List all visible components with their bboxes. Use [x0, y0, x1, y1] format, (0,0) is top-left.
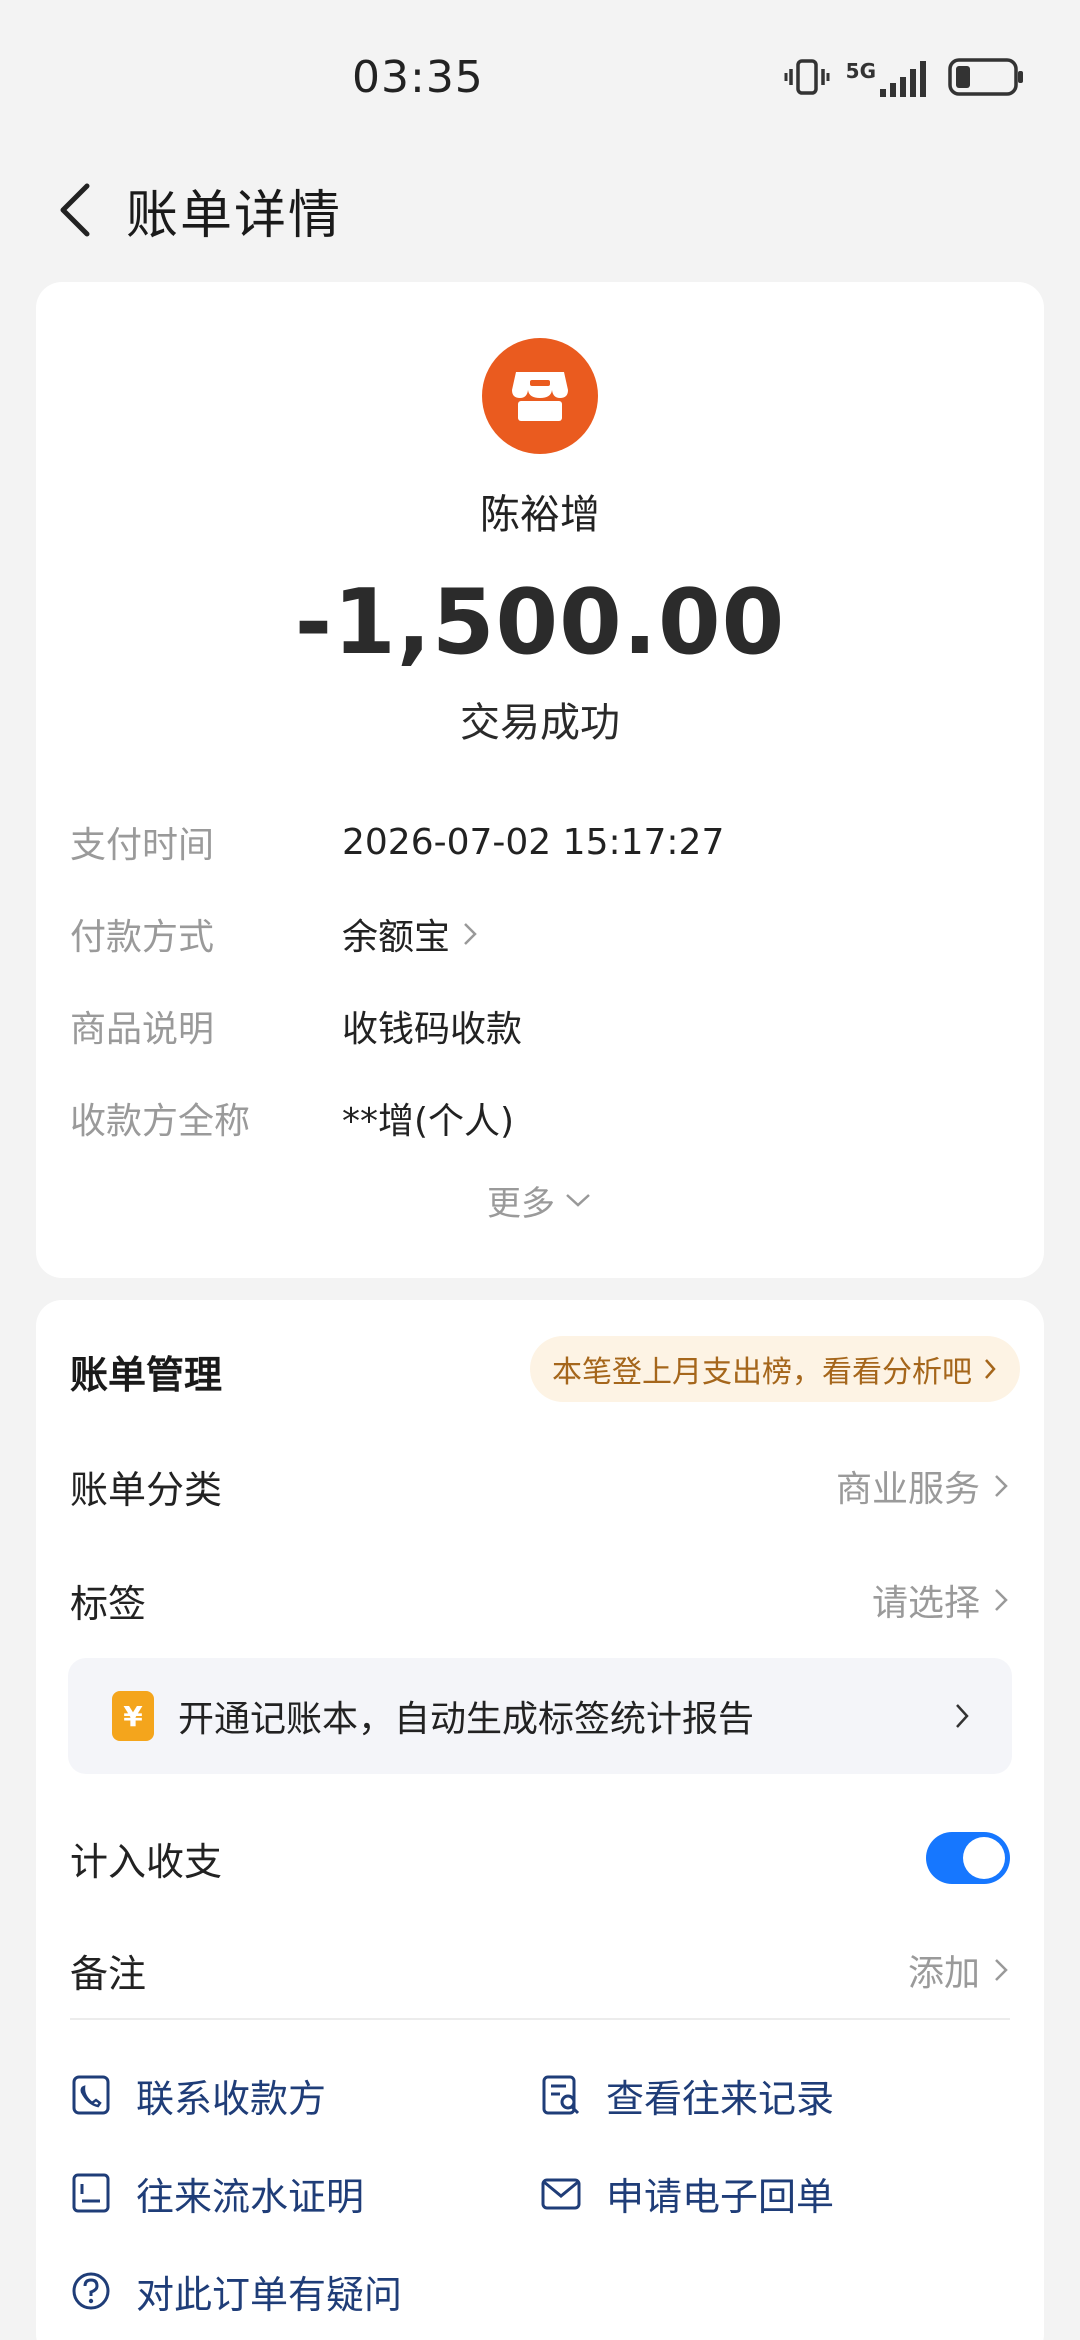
setting-label: 计入收支: [70, 1839, 223, 1884]
chevron-right-icon: [985, 1359, 996, 1379]
e-receipt-button[interactable]: 申请电子回单: [540, 2158, 834, 2228]
spending-rank-promo[interactable]: 本笔登上月支出榜，看看分析吧: [530, 1336, 1020, 1402]
contact-payee-label: 联系收款方: [136, 2076, 327, 2121]
battery-icon: [948, 57, 1024, 101]
setting-value: 商业服务: [836, 1460, 1010, 1512]
promo-text: 本笔登上月支出榜，看看分析吧: [552, 1355, 972, 1390]
detail-label: 付款方式: [70, 917, 215, 958]
vibrate-icon: [784, 57, 830, 101]
setting-value: 添加: [908, 1944, 1010, 1996]
more-button[interactable]: 更多: [36, 1172, 1044, 1228]
detail-row-product-desc: 商品说明 收钱码收款: [70, 996, 1010, 1056]
detail-value: **增(个人): [342, 1092, 514, 1144]
payment-method-value: 余额宝: [342, 917, 451, 958]
page-title: 账单详情: [126, 185, 343, 246]
transaction-status: 交易成功: [460, 700, 620, 746]
setting-label: 备注: [70, 1951, 147, 1996]
back-arrow-icon: [60, 183, 90, 237]
order-question-label: 对此订单有疑问: [136, 2272, 403, 2317]
chevron-down-icon: [566, 1194, 590, 1207]
merchant-name: 陈裕增: [480, 492, 600, 538]
more-label: 更多: [487, 1183, 555, 1224]
question-icon: [70, 2270, 112, 2312]
count-in-toggle[interactable]: [926, 1832, 1010, 1884]
chevron-right-icon: [464, 923, 477, 945]
mail-icon: [540, 2172, 582, 2214]
detail-row-pay-time: 支付时间 2026-07-02 15:17:27: [70, 812, 1010, 872]
setting-label: 标签: [70, 1581, 147, 1626]
bill-detail-screen: 03:35 5G 账单详情 陈裕增 -1,500.00 交易成功 支付时间 20…: [0, 0, 1080, 2340]
contact-payee-button[interactable]: 联系收款方: [70, 2060, 326, 2130]
header: 账单详情: [0, 160, 1080, 260]
view-history-label: 查看往来记录: [606, 2076, 835, 2121]
tag-row[interactable]: 标签 请选择: [70, 1560, 1010, 1640]
merchant-logo: [482, 338, 598, 454]
ledger-promo-text: 开通记账本，自动生成标签统计报告: [178, 1699, 755, 1740]
statement-proof-button[interactable]: 往来流水证明: [70, 2158, 364, 2228]
detail-value: 收钱码收款: [342, 1000, 522, 1052]
chevron-right-icon: [995, 1959, 1008, 1981]
transaction-summary-card: 陈裕增 -1,500.00 交易成功 支付时间 2026-07-02 15:17…: [36, 282, 1044, 1278]
status-bar: 03:35 5G: [0, 0, 1080, 150]
chevron-right-icon: [995, 1589, 1008, 1611]
detail-row-payee-name: 收款方全称 **增(个人): [70, 1088, 1010, 1148]
order-question-button[interactable]: 对此订单有疑问: [70, 2256, 402, 2326]
bill-category-row[interactable]: 账单分类 商业服务: [70, 1446, 1010, 1526]
note-value: 添加: [907, 1953, 980, 1994]
signal-icon: 5G: [846, 59, 932, 99]
note-row[interactable]: 备注 添加: [70, 1930, 1010, 2010]
divider: [70, 2018, 1010, 2020]
toggle-knob: [963, 1837, 1005, 1879]
status-time: 03:35: [352, 52, 484, 103]
e-receipt-label: 申请电子回单: [606, 2174, 835, 2219]
document-icon: [70, 2172, 112, 2214]
payee-name-value: **增(个人): [342, 1101, 515, 1142]
detail-label: 支付时间: [70, 825, 215, 866]
detail-row-payment-method[interactable]: 付款方式 余额宝: [70, 904, 1010, 964]
view-history-button[interactable]: 查看往来记录: [540, 2060, 834, 2130]
category-value: 商业服务: [835, 1469, 980, 1510]
statement-proof-label: 往来流水证明: [136, 2174, 365, 2219]
back-button[interactable]: [30, 160, 120, 260]
setting-label: 账单分类: [70, 1467, 223, 1512]
shop-icon: [512, 372, 568, 421]
product-desc-value: 收钱码收款: [342, 1009, 523, 1050]
ledger-promo-banner[interactable]: ¥ 开通记账本，自动生成标签统计报告: [68, 1658, 1012, 1774]
bill-management-card: 账单管理 本笔登上月支出榜，看看分析吧 账单分类 商业服务 标签 请选择 ¥ 开…: [36, 1300, 1044, 2340]
record-search-icon: [540, 2074, 582, 2116]
transaction-amount: -1,500.00: [294, 570, 786, 675]
phone-icon: [70, 2074, 112, 2116]
detail-value[interactable]: 余额宝: [342, 908, 480, 960]
bill-management-title: 账单管理: [70, 1353, 223, 1397]
count-in-row: 计入收支: [70, 1818, 1010, 1898]
ledger-icon: ¥: [112, 1691, 154, 1741]
chevron-right-icon: [995, 1475, 1008, 1497]
network-type: 5G: [845, 59, 876, 83]
detail-label: 商品说明: [70, 1009, 215, 1050]
tag-value: 请选择: [871, 1583, 980, 1624]
detail-label: 收款方全称: [70, 1101, 251, 1142]
setting-value: 请选择: [872, 1574, 1010, 1626]
status-icons: 5G: [784, 54, 1024, 104]
detail-value: 2026-07-02 15:17:27: [342, 822, 724, 863]
chevron-right-icon: [956, 1704, 969, 1728]
pay-time-value: 2026-07-02 15:17:27: [342, 821, 725, 863]
